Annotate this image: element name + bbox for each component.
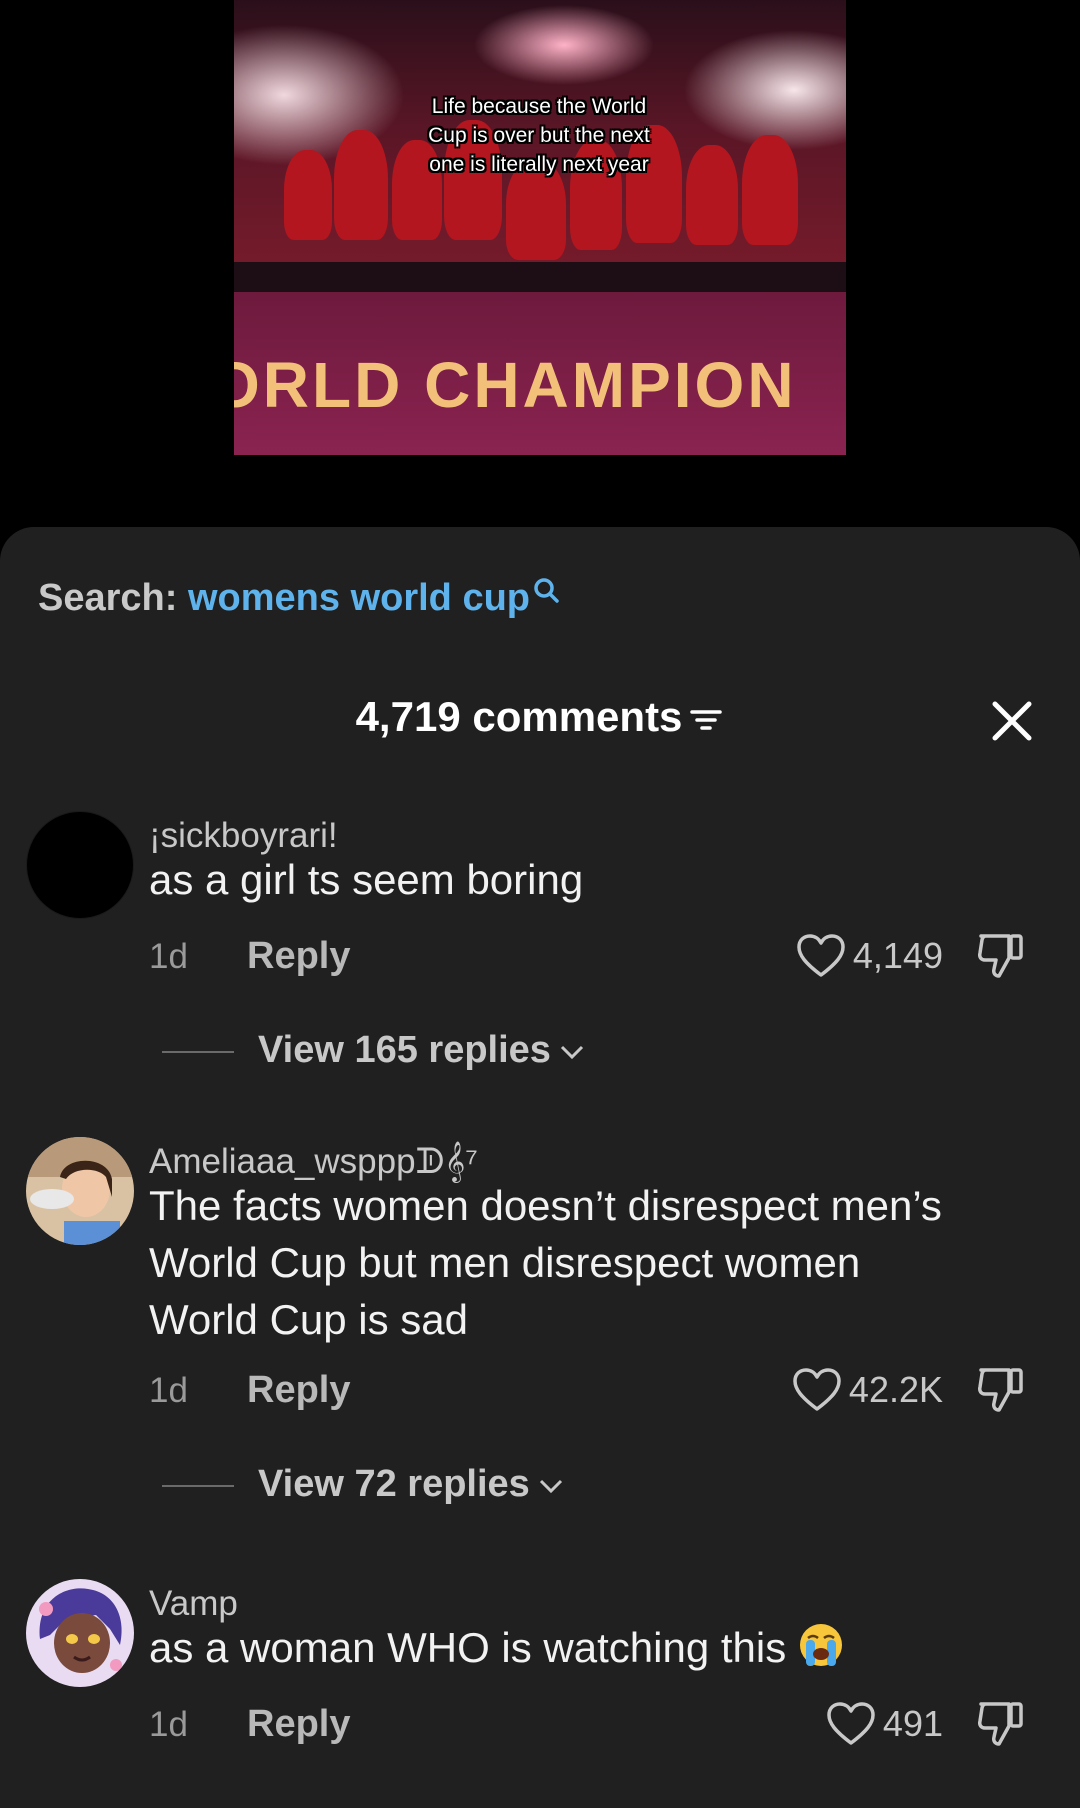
comment-meta: 1d Reply 4,149 <box>149 931 1029 981</box>
view-replies-label-wrap: View 165 replies <box>258 1029 585 1072</box>
search-icon[interactable] <box>532 577 562 611</box>
heart-icon[interactable] <box>791 1366 843 1414</box>
comment-text: as a woman WHO is watching this <box>149 1624 787 1671</box>
dislike-icon[interactable] <box>973 1698 1029 1750</box>
reply-button[interactable]: Reply <box>247 1703 350 1746</box>
cartoon-character-avatar <box>26 1579 134 1687</box>
comment-text: The facts women doesn’t disrespect men’s… <box>149 1182 942 1343</box>
child-photo-avatar <box>26 1137 134 1245</box>
comment-username[interactable]: ¡sickboyrari! <box>149 816 338 856</box>
comment-username[interactable]: Vamp <box>149 1584 238 1624</box>
reply-button[interactable]: Reply <box>247 935 350 978</box>
search-label: Search: <box>38 577 178 619</box>
comments-count-header: 4,719 comments <box>0 693 1080 741</box>
heart-icon[interactable] <box>825 1700 877 1748</box>
heart-icon[interactable] <box>795 932 847 980</box>
loudly-crying-face-icon <box>799 1624 842 1666</box>
view-replies-button[interactable]: View 72 replies <box>162 1459 762 1509</box>
like-controls: 4,149 <box>795 931 1029 981</box>
comment-text: as a girl ts seem boring <box>149 856 584 903</box>
like-count: 491 <box>882 1703 943 1744</box>
comments-count: 4,719 comments <box>355 693 683 740</box>
comments-panel: Search: womens world cup 4,719 comments … <box>0 527 1080 1808</box>
comment-text-wrap: as a woman WHO is watching this <box>149 1619 949 1676</box>
avatar[interactable] <box>26 1579 134 1687</box>
like-count: 42.2K <box>848 1369 943 1410</box>
chevron-down-icon <box>560 1045 584 1060</box>
dislike-icon[interactable] <box>973 1364 1029 1416</box>
stage-floor <box>234 262 846 294</box>
search-suggestion[interactable]: Search: womens world cup <box>38 577 562 620</box>
comment-username[interactable]: Ameliaaa_wspppᗫ𝄞⁷ <box>149 1142 478 1182</box>
close-icon[interactable] <box>990 699 1034 743</box>
search-query-link[interactable]: womens world cup <box>188 577 530 619</box>
like-count: 4,149 <box>852 935 943 976</box>
video-player[interactable]: Life because the World Cup is over but t… <box>234 0 846 455</box>
comment-meta: 1d Reply 42.2K <box>149 1365 1029 1415</box>
replies-divider <box>162 1485 234 1487</box>
comment-age: 1d <box>149 1705 188 1744</box>
video-caption: Life because the World Cup is over but t… <box>428 95 650 176</box>
dislike-icon[interactable] <box>973 930 1029 982</box>
view-replies-label: View 72 replies <box>258 1463 530 1505</box>
chevron-down-icon <box>539 1479 562 1494</box>
reply-button[interactable]: Reply <box>247 1369 350 1412</box>
filter-icon[interactable] <box>688 705 724 735</box>
avatar[interactable] <box>26 1137 134 1245</box>
view-replies-label: View 165 replies <box>258 1029 551 1071</box>
view-replies-button[interactable]: View 165 replies <box>162 1025 762 1075</box>
like-controls: 491 <box>825 1699 1029 1749</box>
comment-age: 1d <box>149 1371 188 1410</box>
like-controls: 42.2K <box>791 1365 1029 1415</box>
avatar[interactable] <box>26 811 134 919</box>
replies-divider <box>162 1051 234 1053</box>
view-replies-label-wrap: View 72 replies <box>258 1463 564 1506</box>
app-screen: Life because the World Cup is over but t… <box>0 0 1080 1808</box>
comment-age: 1d <box>149 937 188 976</box>
world-champion-banner-text: ORLD CHAMPION <box>234 349 797 421</box>
comment-meta: 1d Reply 491 <box>149 1699 1029 1749</box>
